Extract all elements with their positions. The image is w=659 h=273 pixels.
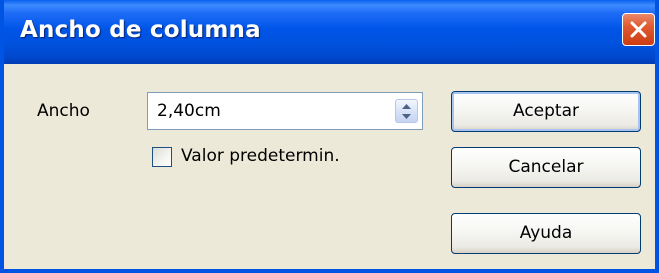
spin-buttons[interactable] <box>395 99 418 123</box>
close-button[interactable] <box>622 13 655 46</box>
default-value-checkbox[interactable] <box>152 147 172 167</box>
spin-arrows-icon <box>402 104 411 119</box>
width-label: Ancho <box>37 101 90 121</box>
close-icon <box>630 21 647 38</box>
dialog-title: Ancho de columna <box>20 17 261 43</box>
accept-button[interactable]: Aceptar <box>451 91 641 132</box>
width-value[interactable]: 2,40cm <box>157 101 221 121</box>
default-value-label[interactable]: Valor predetermin. <box>181 146 340 166</box>
help-button[interactable]: Ayuda <box>451 213 641 254</box>
width-spinbox[interactable]: 2,40cm <box>147 92 423 130</box>
title-bar[interactable]: Ancho de columna <box>4 0 655 64</box>
cancel-button[interactable]: Cancelar <box>451 147 641 188</box>
dialog-window: Ancho de columna Ancho 2,40cm Valor pred… <box>0 0 659 273</box>
